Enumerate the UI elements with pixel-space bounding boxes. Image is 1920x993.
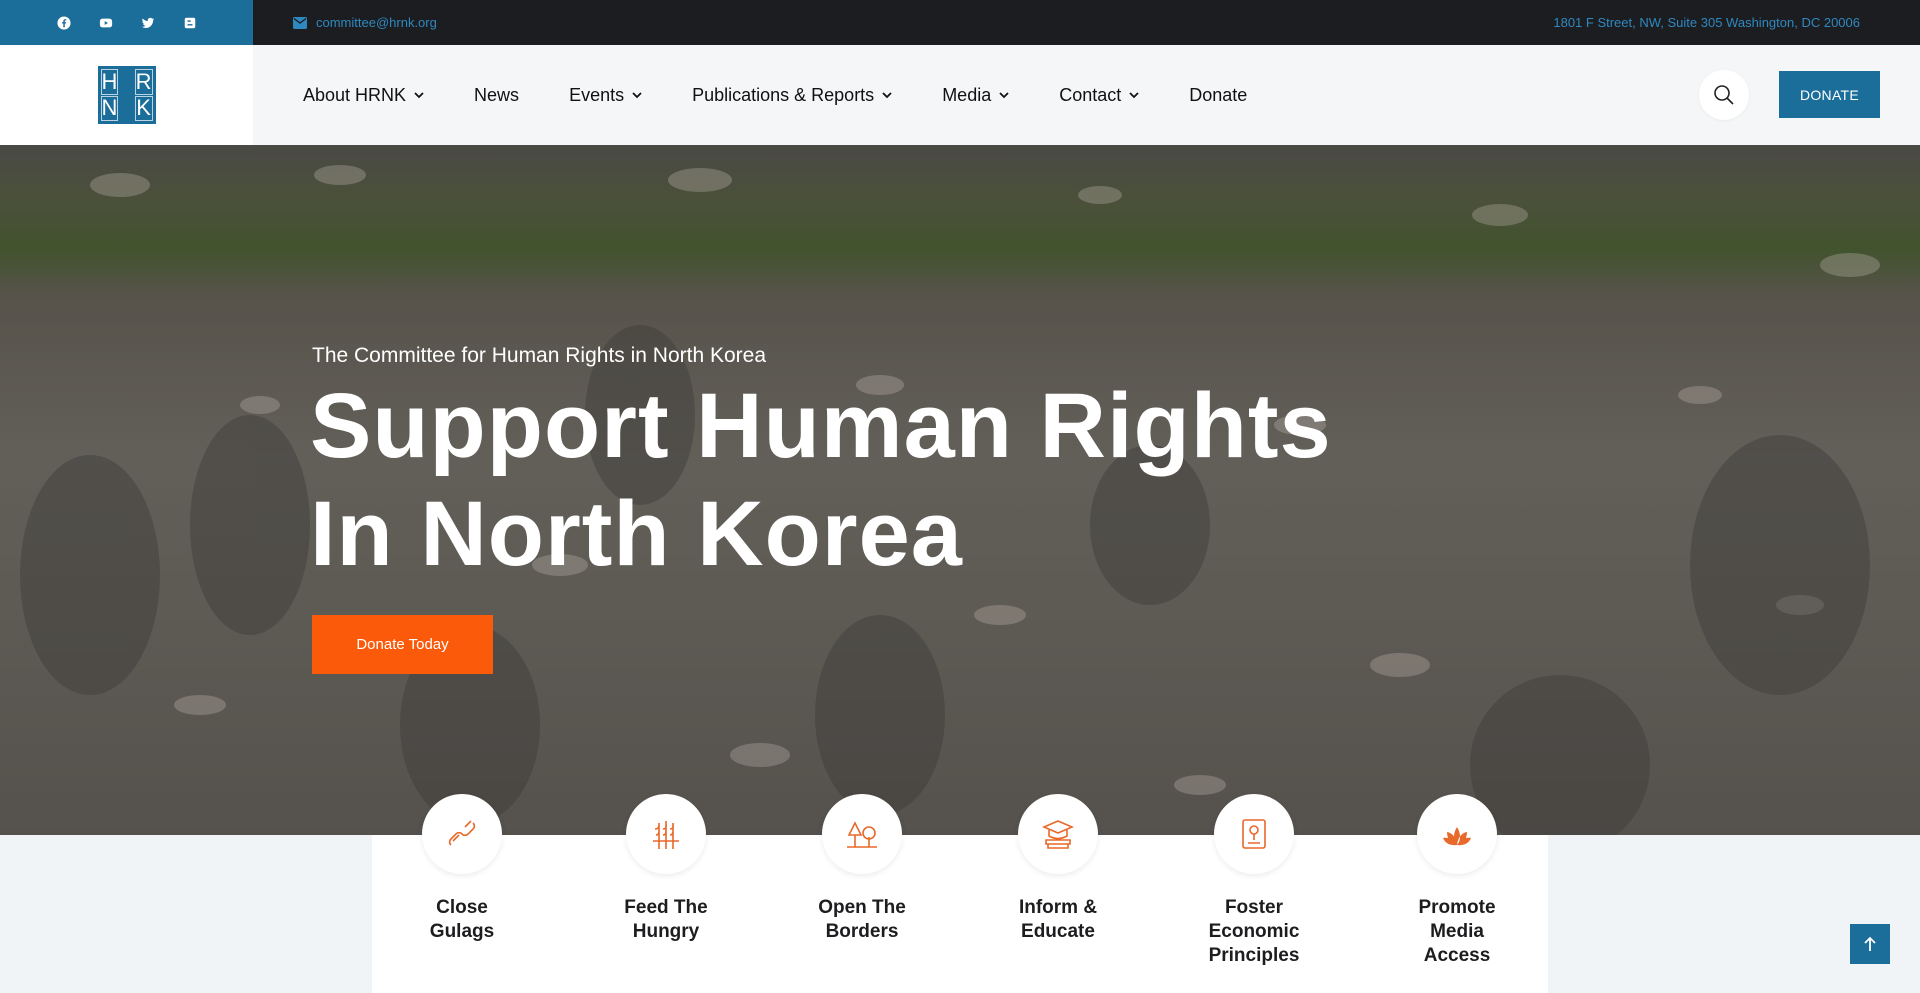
feature-label: Feed The Hungry: [596, 896, 736, 944]
lotus-icon: [1443, 827, 1471, 846]
nav-item-label: News: [474, 84, 520, 105]
feature-label-line: Gulags: [429, 921, 495, 942]
chevron-down-icon: [882, 91, 892, 98]
feature-foster-economic-principles[interactable]: Foster Economic Principles: [1184, 794, 1324, 968]
email-link[interactable]: committee@hrnk.org: [293, 0, 437, 45]
feature-label-line: Open The: [818, 897, 906, 918]
feature-icon-circle: [1214, 794, 1294, 874]
arrow-up-icon: [1864, 936, 1876, 951]
chevron-down-icon: [414, 91, 424, 98]
nav-item-media[interactable]: Media: [942, 85, 1009, 106]
feature-label-line: Inform &: [1018, 897, 1098, 918]
graduation-books-icon: [1041, 820, 1075, 849]
wheat-icon: [653, 821, 679, 849]
feature-close-gulags[interactable]: Close Gulags: [392, 794, 532, 944]
feature-label: Promote Media Access: [1387, 896, 1527, 968]
scroll-to-top-button[interactable]: [1850, 924, 1890, 964]
feature-label-line: Economic: [1208, 921, 1300, 942]
donate-today-button[interactable]: Donate Today: [312, 615, 493, 674]
hero-subtitle: The Committee for Human Rights in North …: [312, 344, 767, 367]
feature-icon-circle: [422, 794, 502, 874]
feature-label-line: Promote: [1418, 897, 1496, 918]
twitter-icon[interactable]: [138, 13, 158, 33]
hero-title-line: Support Human Rights: [310, 375, 1332, 477]
chevron-down-icon: [632, 91, 642, 98]
youtube-icon[interactable]: [96, 13, 116, 33]
broken-chain-icon: [448, 820, 476, 846]
nav-item-label: Events: [569, 84, 625, 105]
feature-label-line: Foster: [1224, 897, 1284, 918]
feature-icon-circle: [822, 794, 902, 874]
nav-item-contact[interactable]: Contact: [1059, 85, 1139, 106]
feature-label: Close Gulags: [392, 896, 532, 944]
nav-item-label: Contact: [1059, 84, 1122, 105]
logo-letter: N: [100, 95, 119, 121]
feature-label-line: Access: [1423, 945, 1491, 966]
hero-title-line: In North Korea: [310, 483, 963, 585]
nav-menu: About HRNK News Events Publications & Re…: [303, 45, 1297, 145]
feature-label-line: Feed The: [624, 897, 708, 918]
logo-area: H R N K: [0, 45, 253, 145]
feature-feed-the-hungry[interactable]: Feed The Hungry: [596, 794, 736, 944]
feature-label-line: Close: [436, 897, 488, 918]
main-nav: About HRNK News Events Publications & Re…: [253, 45, 1920, 145]
blogger-icon[interactable]: [180, 13, 200, 33]
facebook-icon[interactable]: [54, 13, 74, 33]
feature-icon-circle: [1417, 794, 1497, 874]
chevron-down-icon: [999, 91, 1009, 98]
feature-label: Foster Economic Principles: [1184, 896, 1324, 968]
feature-open-the-borders[interactable]: Open The Borders: [792, 794, 932, 944]
nav-item-publications[interactable]: Publications & Reports: [692, 85, 892, 106]
search-button[interactable]: [1699, 70, 1749, 120]
feature-label: Inform & Educate: [988, 896, 1128, 944]
features-panel: [372, 835, 1548, 993]
address-text: 1801 F Street, NW, Suite 305 Washington,…: [1553, 15, 1860, 30]
feature-label-line: Media: [1430, 921, 1484, 942]
logo-letter: K: [134, 95, 153, 121]
feature-promote-media-access[interactable]: Promote Media Access: [1387, 794, 1527, 968]
nav-item-label: Publications & Reports: [692, 84, 875, 105]
nav-item-events[interactable]: Events: [569, 85, 642, 106]
search-icon: [1714, 85, 1734, 105]
email-text: committee@hrnk.org: [316, 15, 437, 30]
nav-item-label: About HRNK: [303, 84, 407, 105]
hrnk-logo[interactable]: H R N K: [97, 66, 156, 124]
top-bar: committee@hrnk.org 1801 F Street, NW, Su…: [0, 0, 1920, 45]
nav-item-label: Donate: [1189, 84, 1248, 105]
logo-letter: H: [100, 68, 119, 95]
logo-letter: R: [134, 68, 153, 95]
document-icon: [1242, 819, 1266, 849]
donate-button[interactable]: DONATE: [1779, 71, 1880, 118]
feature-label-line: Educate: [1021, 921, 1095, 942]
feature-label-line: Hungry: [632, 921, 700, 942]
feature-inform-educate[interactable]: Inform & Educate: [988, 794, 1128, 944]
hero-title: Support Human Rights In North Korea: [310, 372, 1332, 588]
feature-label-line: Principles: [1208, 945, 1300, 966]
nav-item-news[interactable]: News: [474, 85, 519, 106]
feature-icon-circle: [626, 794, 706, 874]
social-links: [0, 0, 253, 45]
feature-icon-circle: [1018, 794, 1098, 874]
nav-item-donate[interactable]: Donate: [1189, 85, 1247, 106]
nav-item-label: Media: [942, 84, 992, 105]
feature-label-line: Borders: [825, 921, 899, 942]
trees-icon: [847, 821, 877, 848]
envelope-icon: [293, 16, 307, 29]
hero-banner: The Committee for Human Rights in North …: [0, 145, 1920, 835]
chevron-down-icon: [1129, 91, 1139, 98]
nav-item-about[interactable]: About HRNK: [303, 85, 424, 106]
feature-label: Open The Borders: [792, 896, 932, 944]
